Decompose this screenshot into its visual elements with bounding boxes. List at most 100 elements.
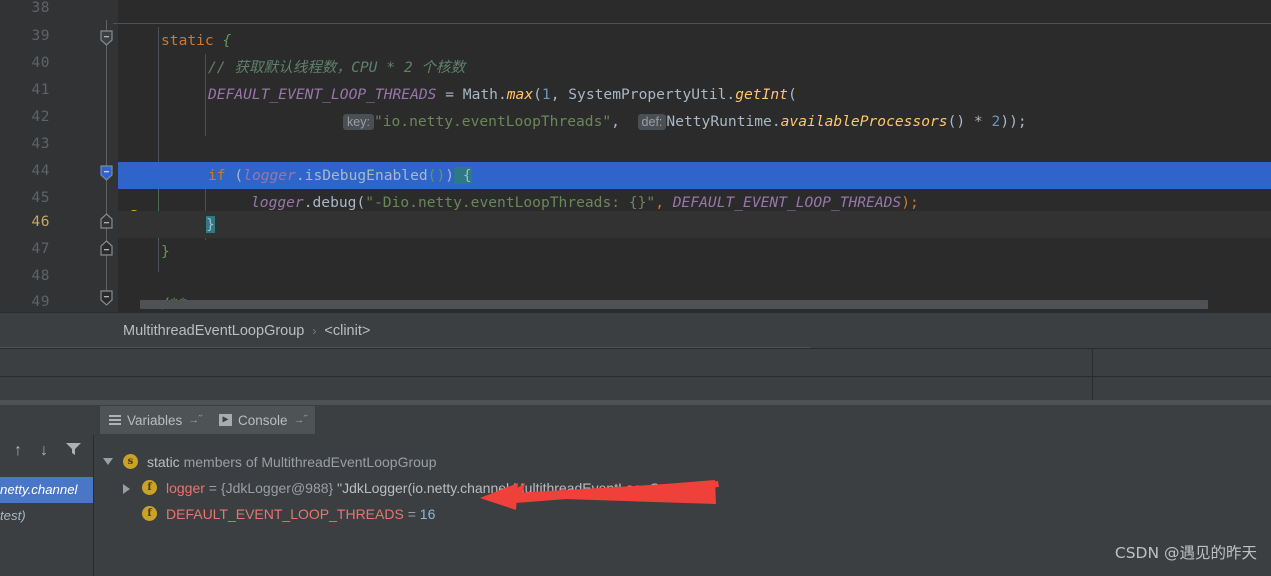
breadcrumb-member[interactable]: <clinit>: [319, 323, 375, 339]
equals-sign: =: [204, 480, 221, 496]
divider: [93, 435, 94, 576]
assign-math: = Math.: [436, 86, 507, 103]
fold-marker-expand-icon[interactable]: [100, 213, 113, 229]
field-icon: f: [142, 506, 157, 521]
chevron-down-icon[interactable]: [103, 458, 113, 465]
code-comment: // 获取默认线程数，CPU * 2 个核数: [208, 59, 466, 76]
tab-console[interactable]: ▶ Console →˝: [210, 406, 316, 434]
csdn-watermark: CSDN @遇见的昨天: [1114, 544, 1257, 562]
param-hint-def: def:: [637, 114, 667, 130]
frame-label: test): [0, 508, 26, 523]
filter-button[interactable]: [61, 439, 85, 463]
line-number: 39: [31, 28, 50, 44]
ide-window: 38 39 40 41 42 43 44 45 46 47 48 49 stat…: [0, 0, 1271, 576]
code-text-area[interactable]: static { // 获取默认线程数，CPU * 2 个核数 DEFAULT_…: [118, 0, 1271, 312]
method-max: max: [506, 86, 534, 103]
chevron-right-icon[interactable]: [123, 484, 130, 494]
frame-label: netty.channel: [0, 482, 78, 497]
line-number: 49: [31, 294, 50, 310]
editor-gutter[interactable]: 38 39 40 41 42 43 44 45 46 47 48 49: [0, 0, 1271, 312]
paren: (: [225, 167, 244, 184]
number-one: 1: [541, 86, 551, 103]
divider: [0, 348, 1271, 349]
var-logger: logger: [243, 167, 296, 184]
variable-name: DEFAULT_EVENT_LOOP_THREADS: [166, 506, 404, 522]
code-editor[interactable]: 38 39 40 41 42 43 44 45 46 47 48 49 stat…: [0, 0, 1271, 312]
object-id: {JdkLogger@988}: [220, 480, 338, 496]
field-icon: f: [142, 480, 157, 495]
method-availableprocessors: availableProcessors: [780, 113, 948, 130]
fold-marker-collapse-icon[interactable]: [100, 30, 113, 46]
frame-item-selected[interactable]: netty.channel: [0, 477, 94, 503]
annotation-arrow-icon: [470, 478, 720, 518]
matching-brace: {: [454, 167, 472, 184]
field-name: DEFAULT_EVENT_LOOP_THREADS: [208, 86, 437, 103]
paren: (: [356, 194, 366, 211]
number-two: 2: [991, 113, 1001, 130]
line-number: 38: [31, 0, 50, 16]
variable-row-static-members[interactable]: s static members of MultithreadEventLoop…: [95, 449, 1271, 475]
detach-icon[interactable]: →˝: [294, 414, 308, 426]
code-line-41: DEFAULT_EVENT_LOOP_THREADS = Math.max (1,…: [118, 81, 1271, 108]
editor-horizontal-scrollbar[interactable]: [140, 300, 1208, 309]
brace-open: {: [213, 32, 232, 49]
fold-marker-collapse-icon[interactable]: [100, 290, 113, 306]
code-line-47: }: [118, 238, 1271, 265]
frame-item[interactable]: test): [0, 503, 94, 529]
mult: () *: [947, 113, 992, 130]
breadcrumb-class[interactable]: MultithreadEventLoopGroup: [118, 323, 309, 339]
tail: );: [901, 194, 919, 211]
debugger-tab-bar: Variables →˝ ▶ Console →˝: [0, 405, 1271, 435]
line-number: 47: [31, 241, 50, 257]
comma: ,: [611, 113, 620, 130]
code-line-39: static {: [118, 27, 1271, 54]
divider: [1092, 348, 1093, 405]
frames-pane: ↑ ↓ netty.channel test): [0, 435, 94, 576]
paren: (: [787, 86, 797, 103]
static-keyword: static: [147, 454, 184, 470]
line-number: 45: [31, 190, 50, 206]
call-isdebugenabled: .isDebugEnabled: [295, 167, 428, 184]
call-debug: .debug: [303, 194, 357, 211]
tail: ));: [1000, 113, 1027, 130]
line-number: 41: [31, 82, 50, 98]
empty-panel-area: [0, 348, 1271, 405]
console-play-icon: ▶: [219, 414, 232, 426]
variable-name: logger: [166, 480, 205, 496]
divider: [0, 376, 1271, 377]
step-up-button[interactable]: ↑: [6, 439, 30, 463]
fold-marker-expand-icon[interactable]: [100, 240, 113, 256]
line-number: 43: [31, 136, 50, 152]
step-down-button[interactable]: ↓: [32, 439, 56, 463]
var-logger: logger: [251, 194, 304, 211]
syspropertyutil: , SystemPropertyUtil.: [550, 86, 736, 103]
line-number: 44: [31, 163, 50, 179]
comma: ,: [655, 194, 673, 211]
nettyruntime: NettyRuntime.: [666, 113, 781, 130]
equals-sign: =: [403, 506, 420, 522]
code-line-46: }: [118, 211, 1271, 238]
line-number: 48: [31, 268, 50, 284]
hamburger-icon: [109, 414, 121, 426]
line-number-current: 46: [31, 214, 50, 230]
string-log-msg: "-Dio.netty.eventLoopThreads: {}": [365, 194, 656, 211]
breadcrumb[interactable]: MultithreadEventLoopGroup › <clinit>: [0, 312, 1271, 348]
matching-brace-close: }: [206, 216, 215, 233]
tab-console-label: Console: [238, 412, 288, 428]
code-line-40: // 获取默认线程数，CPU * 2 个核数: [118, 54, 1271, 81]
line-number: 42: [31, 109, 50, 125]
tab-variables[interactable]: Variables →˝: [100, 406, 210, 434]
static-members-label: members of MultithreadEventLoopGroup: [183, 454, 437, 470]
frames-toolbar: ↑ ↓: [0, 435, 94, 467]
line-number: 40: [31, 55, 50, 71]
fold-marker-collapse-icon[interactable]: [100, 165, 113, 181]
brace-close: }: [161, 243, 170, 260]
tab-variables-label: Variables: [127, 412, 183, 428]
field-name: DEFAULT_EVENT_LOOP_THREADS: [672, 194, 902, 211]
chevron-right-icon: ›: [312, 323, 317, 338]
code-line-44: if (logger.isDebugEnabled()) {: [118, 162, 1271, 189]
kw-static: static: [161, 32, 214, 49]
detach-icon[interactable]: →˝: [188, 414, 202, 426]
